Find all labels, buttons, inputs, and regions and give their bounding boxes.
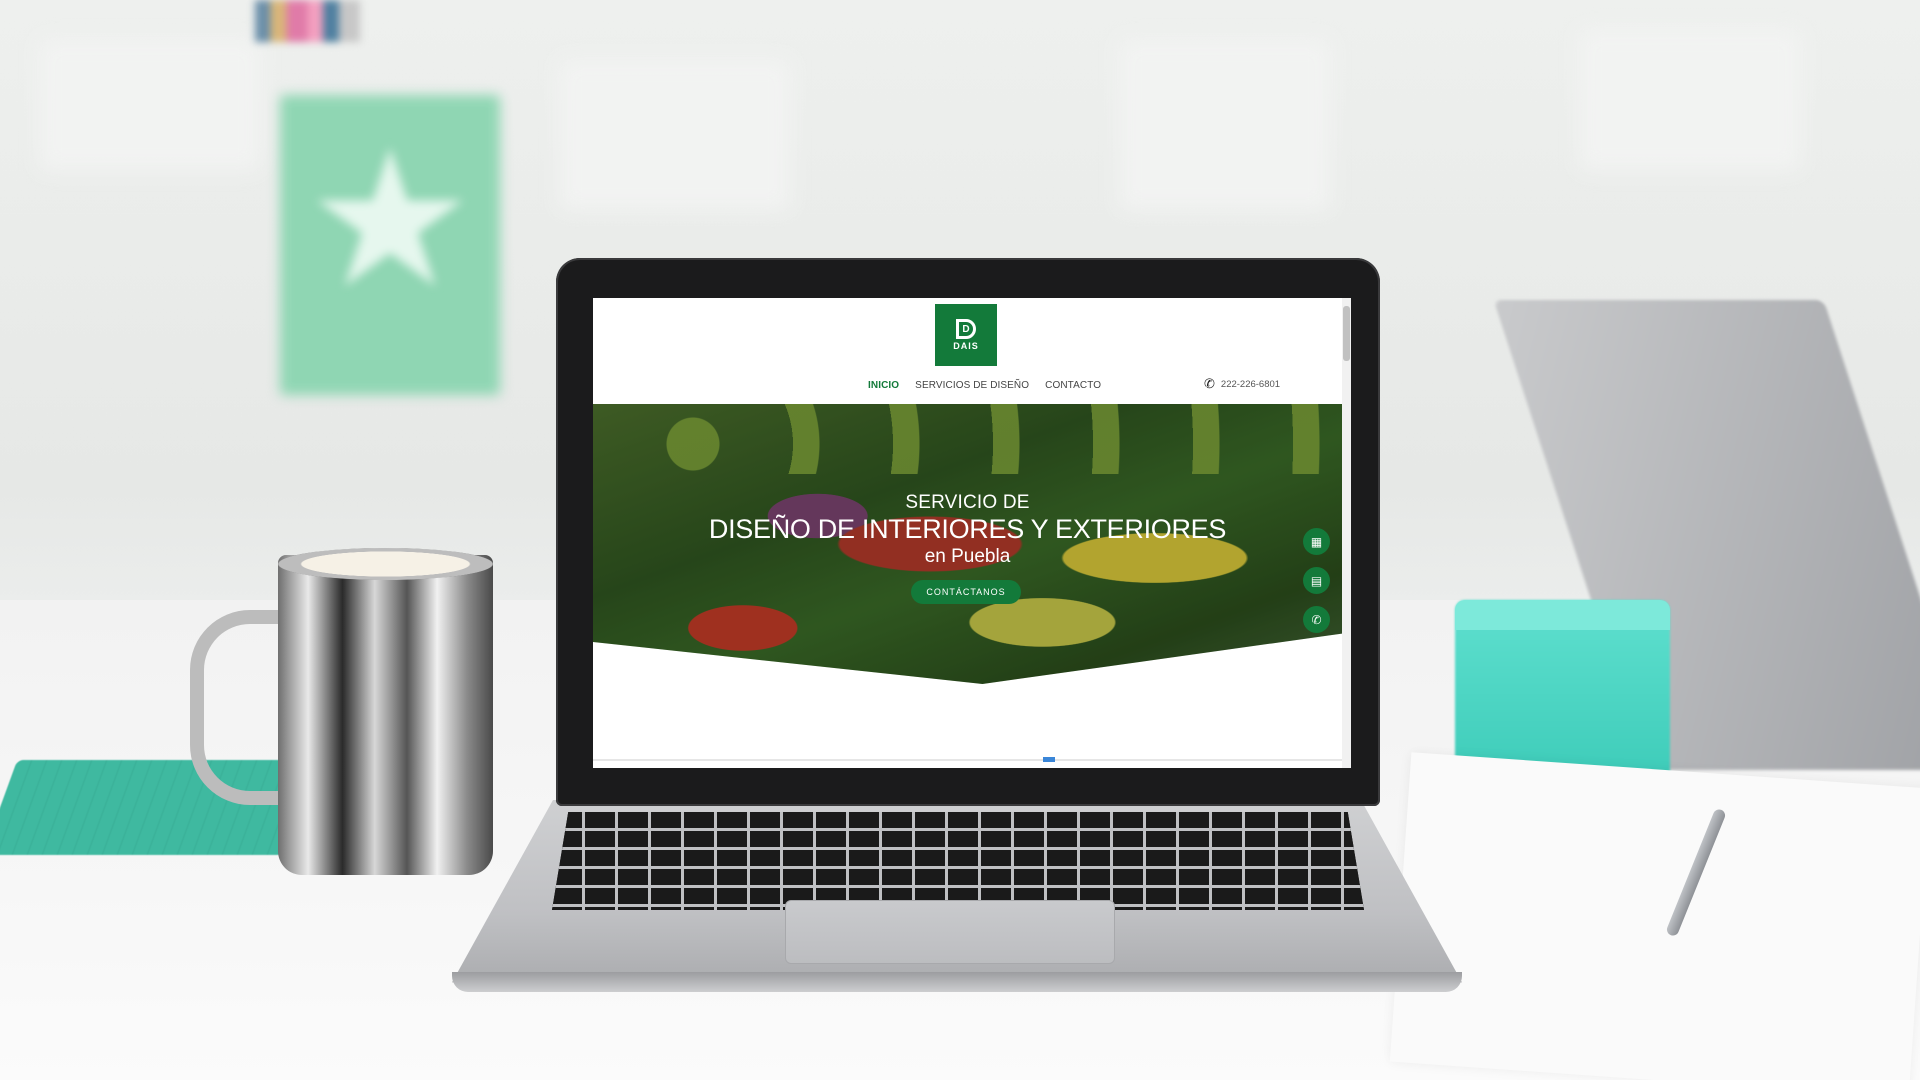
hero-title-line1: SERVICIO DE <box>905 492 1030 513</box>
calendar-icon[interactable]: ▦ <box>1303 528 1330 555</box>
bg-wall-paper <box>1120 40 1330 210</box>
floating-action-bar: ▦ ▤ ✆ ◎ <box>1303 528 1330 672</box>
main-nav: INICIO SERVICIOS DE DISEÑO CONTACTO <box>868 380 1101 391</box>
laptop-trackpad <box>785 900 1115 964</box>
document-icon[interactable]: ▤ <box>1303 567 1330 594</box>
contact-cta-button[interactable]: CONTÁCTANOS <box>911 580 1021 604</box>
whatsapp-icon[interactable]: ◎ <box>1303 645 1330 672</box>
nav-item-inicio[interactable]: INICIO <box>868 380 899 391</box>
phone-icon: ✆ <box>1204 376 1215 391</box>
page-scrollbar[interactable] <box>1342 298 1351 768</box>
phone-icon[interactable]: ✆ <box>1303 606 1330 633</box>
bg-wall-paper <box>560 60 790 210</box>
bg-wall-paper <box>40 40 260 170</box>
hero-title-line2: DISEÑO DE INTERIORES Y EXTERIORES <box>708 514 1227 544</box>
header-phone[interactable]: ✆ 222-226-6801 <box>1204 376 1280 392</box>
nav-item-contacto[interactable]: CONTACTO <box>1045 380 1101 391</box>
scrollbar-thumb[interactable] <box>1343 306 1350 361</box>
hero-banner: SERVICIO DE DISEÑO DE INTERIORES Y EXTER… <box>593 404 1342 684</box>
logo-text: DAIS <box>953 341 979 351</box>
bg-sketch-paper <box>1389 752 1920 1080</box>
mug-rim <box>278 548 493 580</box>
nav-item-servicios[interactable]: SERVICIOS DE DISEÑO <box>915 380 1029 391</box>
star-icon: ★ <box>304 114 476 326</box>
laptop-screen: D DAIS INICIO SERVICIOS DE DISEÑO CONTAC… <box>593 298 1351 768</box>
bg-speaker-top <box>1455 600 1670 630</box>
hero-title-line3: en Puebla <box>924 546 1011 567</box>
scroll-indicator <box>1043 757 1055 762</box>
laptop-key-rows <box>552 812 1364 910</box>
laptop-base-front <box>452 972 1462 992</box>
bg-pencil-cup <box>255 0 360 42</box>
phone-number: 222-226-6801 <box>1220 378 1281 390</box>
bg-wall-paper <box>1580 30 1800 170</box>
site-logo[interactable]: D DAIS <box>935 304 997 366</box>
page-divider <box>593 759 1342 761</box>
logo-d-icon: D <box>956 319 976 339</box>
site-header: D DAIS INICIO SERVICIOS DE DISEÑO CONTAC… <box>593 298 1351 404</box>
mug <box>278 555 493 875</box>
